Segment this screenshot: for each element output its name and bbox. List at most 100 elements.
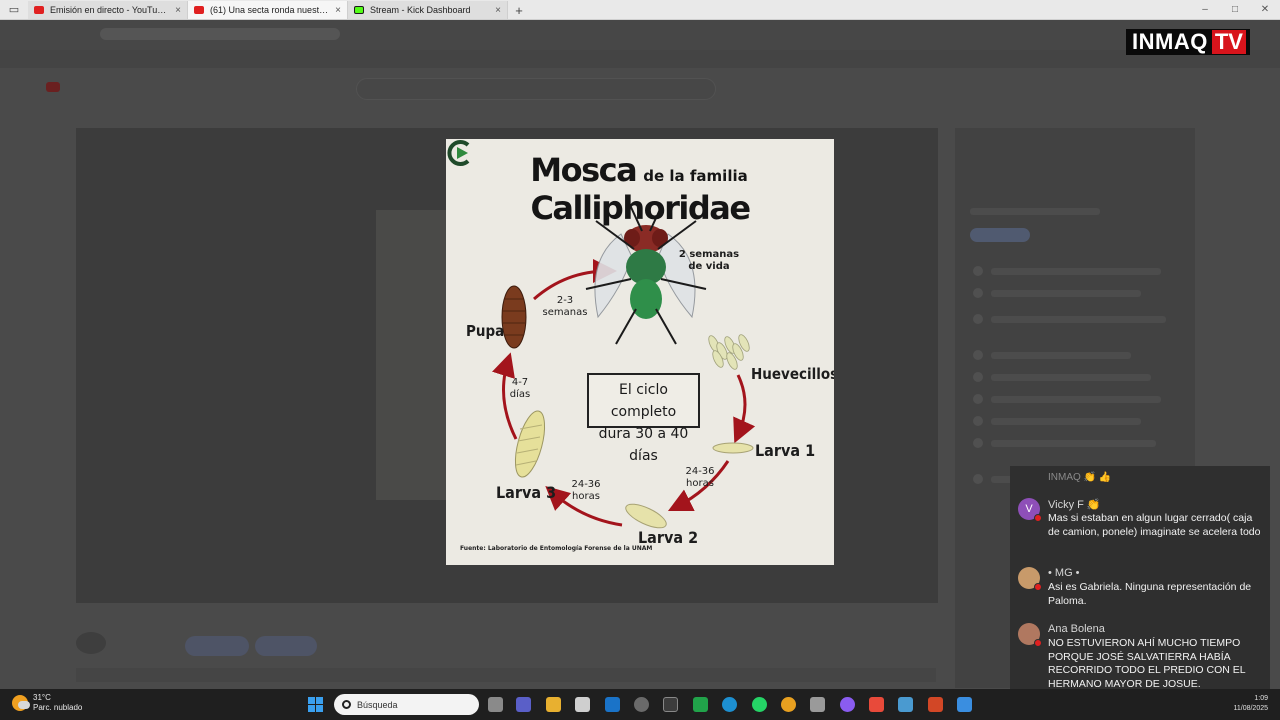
camtasia-icon[interactable] [693, 697, 708, 712]
chat-text: NO ESTUVIERON AHÍ MUCHO TIEMPO PORQUE JO… [1048, 637, 1246, 690]
tab-label: Stream - Kick Dashboard [370, 5, 471, 15]
chat-avatar-dim [973, 438, 983, 448]
chat-filter-dim [970, 228, 1030, 242]
larva1-illustration [712, 442, 754, 454]
new-tab-button[interactable]: + [508, 1, 530, 19]
chat-line-dim [991, 374, 1151, 381]
close-window-icon[interactable]: ✕ [1250, 0, 1280, 19]
channel-avatar[interactable] [76, 632, 106, 654]
tab-label: (61) Una secta ronda nuestra vida [210, 5, 329, 15]
clock-time: 1:09 [1254, 695, 1268, 702]
store-icon[interactable] [575, 697, 590, 712]
chat-author: Vicky F 👏 [1048, 499, 1101, 511]
system-clock[interactable]: 1:09 11/08/2025 [1233, 694, 1268, 714]
pupa-duration-line2: semanas [542, 307, 588, 318]
youtube-icon [34, 6, 44, 14]
chat-line-dim [991, 316, 1166, 323]
avatar [1018, 623, 1042, 647]
chat-line-dim [991, 268, 1161, 275]
youtube-badge-icon [1034, 583, 1042, 591]
powerpoint-icon[interactable] [928, 697, 943, 712]
youtube-badge-icon [1034, 639, 1042, 647]
bookmarks-bar [0, 50, 1280, 68]
window-menu-icon[interactable]: ▭ [0, 0, 28, 19]
inmaq-tv-logo: INMAQ TV [1126, 29, 1250, 55]
taskbar-search[interactable]: Búsqueda [334, 694, 479, 715]
maximize-icon[interactable]: □ [1220, 0, 1250, 19]
title-connector: de la familia [643, 167, 748, 185]
youtube-badge-icon [1034, 514, 1042, 522]
chrome-icon[interactable] [781, 697, 796, 712]
edge-icon[interactable] [722, 697, 737, 712]
pupa-to-adult-duration: 2-3 semanas [540, 295, 590, 319]
source-credit: Fuente: Laboratorio de Entomología Foren… [460, 545, 653, 552]
youtube-search-box[interactable] [356, 78, 716, 100]
chat-text: Mas si estaban en algun lugar cerrado( c… [1048, 512, 1261, 538]
larva3-illustration [514, 410, 546, 478]
pen-icon[interactable] [898, 697, 913, 712]
chat-avatar-dim [973, 416, 983, 426]
url-field[interactable] [100, 28, 340, 40]
youtube-logo[interactable] [46, 82, 60, 92]
close-tab-icon[interactable]: × [495, 5, 501, 16]
app-icon[interactable] [663, 697, 678, 712]
browser-tab-strip: ▭ Emisión en directo - YouTube Stu × (61… [0, 0, 1280, 20]
chat-avatar-dim [973, 474, 983, 484]
chat-line-dim [991, 352, 1131, 359]
chat-line-dim [991, 396, 1161, 403]
title-family: Calliphoridae [530, 189, 751, 227]
publisher-logo-icon [447, 140, 470, 166]
temperature: 31°C [33, 693, 51, 702]
larva1-to-larva2-duration: 24-36 horas [680, 466, 720, 490]
teams-icon[interactable] [516, 697, 531, 712]
larva2-duration-line2: horas [572, 491, 600, 502]
windows-taskbar: 31°C Parc. nublado Búsqueda 1:09 11/08/2… [0, 689, 1280, 720]
tab-youtube-studio[interactable]: Emisión en directo - YouTube Stu × [28, 1, 188, 19]
stage-eggs-label: Huevecillos [751, 365, 834, 383]
app-icon[interactable] [810, 697, 825, 712]
pupa-illustration [501, 285, 527, 349]
start-button[interactable] [308, 697, 323, 712]
partly-cloudy-icon [12, 695, 30, 711]
obs-icon[interactable] [634, 697, 649, 712]
cycle-box-line1: El ciclo completo [610, 382, 677, 420]
weather-widget[interactable]: 31°C Parc. nublado [12, 693, 82, 713]
close-tab-icon[interactable]: × [175, 5, 181, 16]
close-tab-icon[interactable]: × [335, 5, 341, 16]
larva1-duration-line2: horas [686, 478, 714, 489]
tab-kick-dashboard[interactable]: Stream - Kick Dashboard × [348, 1, 508, 19]
search-icon [342, 700, 351, 709]
chat-previous-line: INMAQ 👏 👍 [1048, 472, 1112, 483]
larva2-to-larva3-duration: 24-36 horas [566, 479, 606, 503]
outlook-icon[interactable] [605, 697, 620, 712]
join-button[interactable] [255, 636, 317, 656]
youtube-header [0, 74, 1280, 104]
chat-message: • MG • Asi es Gabriela. Ninguna represen… [1018, 567, 1268, 611]
larva3-duration-line2: días [509, 389, 531, 400]
weather-text: 31°C Parc. nublado [33, 693, 82, 713]
whatsapp-icon[interactable] [752, 697, 767, 712]
file-explorer-icon[interactable] [546, 697, 561, 712]
tab-youtube-video[interactable]: (61) Una secta ronda nuestra vida × [188, 1, 348, 19]
app-icon[interactable] [869, 697, 884, 712]
larva2-duration-line1: 24-36 [571, 479, 601, 490]
video-description-dim [76, 668, 936, 682]
chat-line-dim [991, 418, 1141, 425]
chat-message: V Vicky F 👏 Mas si estaban en algun luga… [1018, 498, 1268, 556]
address-bar[interactable] [0, 20, 1280, 50]
chat-author: • MG • [1048, 567, 1080, 579]
youtube-play-icon [46, 82, 60, 92]
weather-condition: Parc. nublado [33, 703, 83, 712]
arrow-eggs-to-larva1 [733, 374, 756, 444]
app-icon[interactable] [957, 697, 972, 712]
chat-avatar-dim [973, 266, 983, 276]
app-icon[interactable] [840, 697, 855, 712]
search-placeholder: Búsqueda [357, 699, 398, 710]
minimize-icon[interactable]: – [1190, 0, 1220, 19]
brand-name: INMAQ [1132, 29, 1208, 54]
task-view-icon[interactable] [488, 697, 503, 712]
chat-avatar-dim [973, 372, 983, 382]
avatar [1018, 567, 1042, 591]
clock-date: 11/08/2025 [1233, 705, 1268, 712]
subscribe-button[interactable] [185, 636, 249, 656]
